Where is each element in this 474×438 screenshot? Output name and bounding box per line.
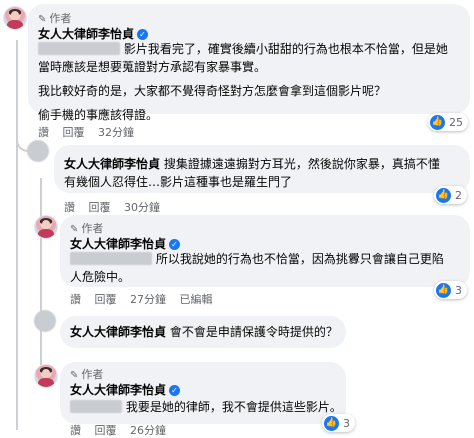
author-label: ✎ 作者	[70, 368, 104, 381]
redacted-mention	[70, 400, 122, 413]
verified-icon: ✓	[169, 239, 181, 250]
reaction-count[interactable]: 👍 2	[434, 186, 467, 204]
reaction-count[interactable]: 👍 25	[428, 113, 468, 131]
commenter-name[interactable]: 女人大律師李怡貞	[64, 157, 160, 171]
thread-line-reply	[40, 178, 42, 378]
pencil-icon: ✎	[38, 14, 47, 25]
comment-actions: 讚 回覆 32分鐘	[38, 124, 144, 140]
verified-icon: ✓	[137, 29, 149, 40]
redacted-avatar	[34, 310, 56, 332]
comment-text: 我要是她的律師，我不會提供這些影片。	[70, 398, 346, 416]
timestamp[interactable]: 32分鐘	[98, 126, 134, 139]
like-link[interactable]: 讚	[70, 424, 81, 437]
comment-text: 女人大律師李怡貞 會不會是申請保護令時提供的？	[70, 325, 338, 339]
reaction-count[interactable]: 👍 3	[322, 414, 355, 432]
redacted-avatar	[27, 140, 49, 162]
thread-line	[16, 40, 18, 430]
like-icon: 👍	[436, 282, 451, 298]
pencil-icon: ✎	[70, 370, 79, 381]
commenter-name[interactable]: 女人大律師李怡貞	[70, 325, 166, 339]
like-icon: 👍	[324, 415, 339, 431]
redacted-mention	[70, 252, 152, 265]
like-icon: 👍	[436, 187, 451, 203]
commenter-name[interactable]: 女人大律師李怡貞 ✓	[70, 381, 181, 398]
reply-link[interactable]: 回覆	[89, 201, 111, 214]
comment-actions: 讚 回覆 27分鐘 已編輯	[70, 291, 223, 307]
timestamp[interactable]: 30分鐘	[124, 201, 160, 214]
avatar[interactable]	[34, 364, 58, 388]
avatar[interactable]	[34, 215, 58, 239]
comment-text: 女人大律師李怡貞 搜集證據遠遠搧對方耳光，然後說你家暴，真搞不懂 有幾個人忍得住…	[64, 157, 440, 189]
verified-icon: ✓	[169, 385, 181, 396]
like-link[interactable]: 讚	[38, 126, 49, 139]
avatar[interactable]	[3, 6, 27, 30]
timestamp[interactable]: 26分鐘	[130, 424, 166, 437]
author-label: ✎ 作者	[70, 222, 104, 235]
edited-label: 已編輯	[179, 293, 213, 306]
comment-actions: 讚 回覆 30分鐘	[64, 199, 170, 215]
reply-link[interactable]: 回覆	[95, 293, 117, 306]
reply-link[interactable]: 回覆	[95, 424, 117, 437]
comment-text: 影片我看完了，確實後續小甜甜的行為也根本不恰當，但是她 當時應該是想要蒐證對方承…	[38, 42, 448, 122]
reply-link[interactable]: 回覆	[63, 126, 85, 139]
author-label: ✎ 作者	[38, 12, 72, 25]
timestamp[interactable]: 27分鐘	[130, 293, 166, 306]
reaction-count[interactable]: 👍 3	[434, 281, 467, 299]
like-link[interactable]: 讚	[70, 293, 81, 306]
like-icon: 👍	[430, 114, 445, 130]
redacted-mention	[38, 42, 120, 55]
pencil-icon: ✎	[70, 224, 79, 235]
like-link[interactable]: 讚	[64, 201, 75, 214]
comment-text: 所以我說她的行為也不恰當，因為挑釁只會讓自己更陷 人危險中。	[70, 252, 444, 284]
